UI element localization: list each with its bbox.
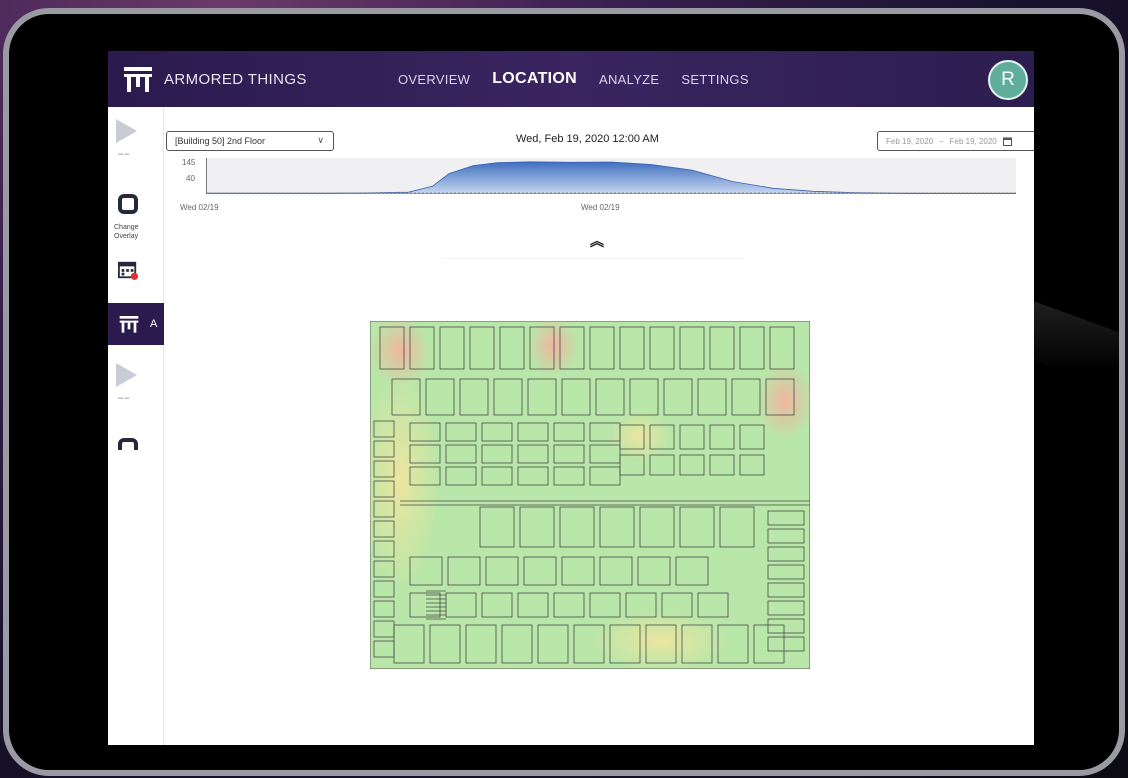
left-rail: ▬ ▬ Change Overlay A ▬ ▬ [108,107,164,745]
nav-tab-analyze[interactable]: ANALYZE [599,72,659,87]
nav-tab-location[interactable]: LOCATION [492,70,577,88]
play-icon[interactable] [116,363,137,387]
date-range-end: Feb 19, 2020 [949,136,997,146]
heat-warm-zone [590,611,730,669]
play-icon[interactable] [116,119,137,143]
date-range-separator: – [939,136,944,146]
bezel-reflection [1019,295,1119,393]
timeline-area [206,161,1016,194]
floor-select[interactable]: [Building 50] 2nd Floor ∨ [166,131,334,151]
timeline-y-axis [206,158,207,194]
date-range-picker[interactable]: Feb 19, 2020 – Feb 19, 2020 [877,131,1034,151]
floor-plan-heatmap[interactable] [370,321,810,669]
play-caption: ▬ ▬ [118,395,130,401]
nav-tabs: OVERVIEW LOCATION ANALYZE SETTINGS [398,70,749,88]
divider [443,258,743,259]
calendar-icon [1002,137,1012,146]
overlay-label-line-1: Change [114,224,139,231]
tablet-frame: ARMORED THINGS OVERVIEW LOCATION ANALYZE… [9,14,1119,770]
rail-brand-bar: A [108,303,164,345]
heat-warm-zone [610,411,670,461]
chevron-down-icon: ∨ [317,135,324,145]
top-nav: ARMORED THINGS OVERVIEW LOCATION ANALYZE… [108,51,1034,107]
timeline-y-mid-label: 40 [186,174,195,183]
nav-tab-overview[interactable]: OVERVIEW [398,72,470,87]
tablet-bezel: ARMORED THINGS OVERVIEW LOCATION ANALYZE… [3,8,1125,776]
play-caption: ▬ ▬ [118,151,130,157]
floor-select-value: [Building 50] 2nd Floor [175,136,266,146]
current-timestamp: Wed, Feb 19, 2020 12:00 AM [516,133,659,145]
timeline-y-max-label: 145 [182,158,196,167]
collapse-timeline-button[interactable]: ︽ [590,231,604,251]
logo-icon [119,316,139,333]
user-avatar[interactable]: R [988,60,1028,100]
timeline-x-label-start: Wed 02/19 [180,203,219,212]
nav-tab-settings[interactable]: SETTINGS [681,72,748,87]
overlay-label-line-2: Overlay [114,233,139,240]
calendar-icon[interactable] [117,260,139,280]
timeline-area-series [206,161,1016,194]
app-screen: ARMORED THINGS OVERVIEW LOCATION ANALYZE… [108,51,1034,745]
overlay-icon[interactable] [118,438,138,450]
overlay-icon[interactable] [118,194,138,214]
date-range-start: Feb 19, 2020 [886,136,934,146]
occupancy-timeline[interactable]: 145 40 Wed 02/19 Wed 02/19 [166,156,1026,222]
timeline-x-label-mid: Wed 02/19 [581,203,620,212]
change-overlay-label: Change Overlay [114,223,139,241]
logo-icon [124,67,152,92]
rail-brand-initial: A [150,318,158,330]
brand-name: ARMORED THINGS [164,70,307,88]
brand[interactable]: ARMORED THINGS [108,64,398,94]
